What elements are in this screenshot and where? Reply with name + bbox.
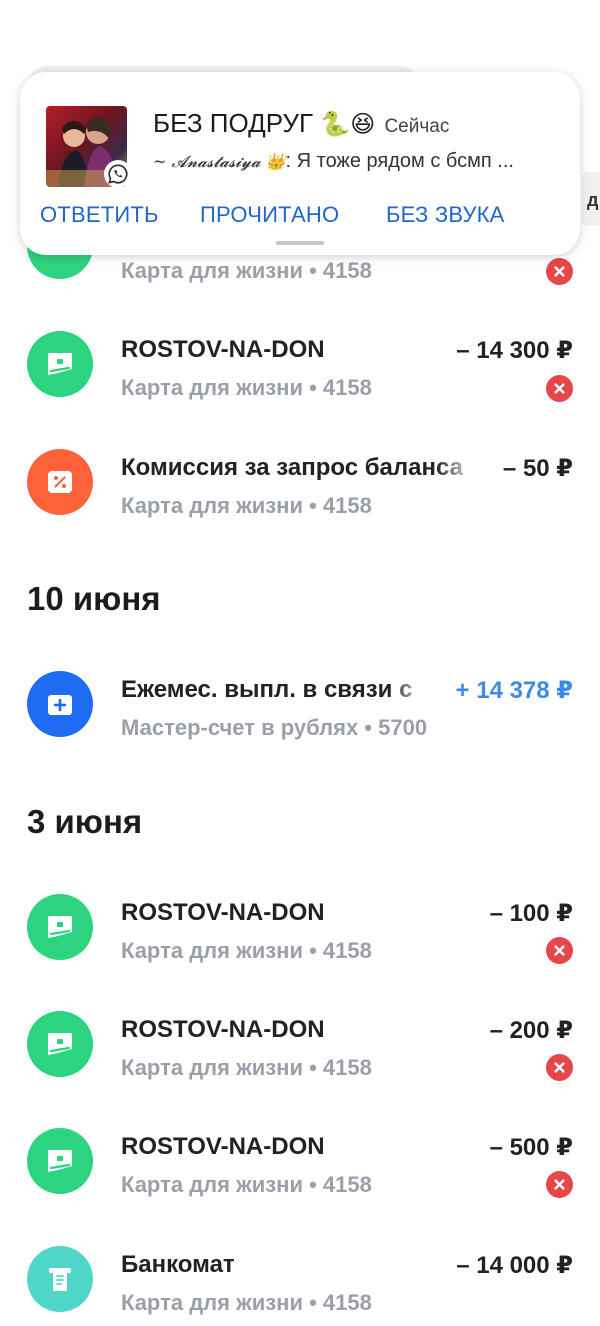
mute-button[interactable]: БЕЗ ЗВУКА: [386, 202, 505, 228]
transaction-account: Карта для жизни • 4158: [121, 1055, 372, 1080]
declined-icon: [546, 258, 573, 285]
card-icon: [27, 1011, 93, 1077]
date-heading: 3 июня: [27, 803, 143, 840]
plus-icon: [27, 671, 93, 737]
transaction-amount: – 14 000 ₽: [456, 1252, 573, 1279]
notification-message: ~ 𝓐𝓷𝓪𝓼𝓽𝓪𝓼𝓲𝔂𝓪 👑: Я тоже рядом с бсмп ...: [153, 150, 558, 173]
transaction-title: Ежемес. выпл. в связи с: [121, 676, 413, 703]
notification-card[interactable]: БЕЗ ПОДРУГ 🐍😆 Сейчас ~ 𝓐𝓷𝓪𝓼𝓽𝓪𝓼𝓲𝔂𝓪 👑: Я т…: [20, 72, 580, 255]
card-icon: [27, 331, 93, 397]
transaction-amount: – 500 ₽: [489, 1134, 573, 1161]
card-icon: [27, 894, 93, 960]
declined-icon: [546, 1054, 573, 1081]
declined-icon: [546, 375, 573, 402]
whatsapp-icon: [104, 160, 132, 188]
group-emojis: 🐍😆: [320, 111, 376, 138]
group-name: БЕЗ ПОДРУГ: [153, 108, 314, 138]
sender-name: ~ 𝓐𝓷𝓪𝓼𝓽𝓪𝓼𝓲𝔂𝓪 👑: [153, 152, 286, 171]
declined-icon: [546, 937, 573, 964]
notification-title: БЕЗ ПОДРУГ 🐍😆 Сейчас: [153, 108, 449, 139]
percent-icon: [27, 449, 93, 515]
transaction-amount: – 50 ₽: [502, 455, 573, 482]
transaction-account: Карта для жизни • 4158: [121, 1172, 372, 1197]
transaction-amount: + 14 378 ₽: [455, 677, 573, 704]
reply-button[interactable]: ОТВЕТИТЬ: [40, 202, 159, 228]
transaction-account: Карта для жизни • 4158: [121, 493, 372, 518]
transaction-account: Карта для жизни • 4158: [121, 1290, 372, 1315]
transaction-title: ROSTOV-NA-DON: [121, 336, 325, 363]
transaction-title: ROSTOV-NA-DON: [121, 899, 325, 926]
transaction-title: ROSTOV-NA-DON: [121, 1133, 325, 1160]
drag-handle[interactable]: [276, 241, 324, 245]
transaction-amount: – 200 ₽: [489, 1017, 573, 1044]
edge-panel-tab[interactable]: д: [582, 172, 600, 226]
transaction-account: Карта для жизни • 4158: [121, 375, 372, 400]
message-text: : Я тоже рядом с бсмп ...: [285, 150, 514, 172]
card-icon: [27, 1128, 93, 1194]
notification-time: Сейчас: [384, 116, 450, 137]
atm-icon: [27, 1246, 93, 1312]
transaction-account: Карта для жизни • 4158: [121, 938, 372, 963]
declined-icon: [546, 1171, 573, 1198]
transaction-amount: – 100 ₽: [489, 900, 573, 927]
transaction-title: Комиссия за запрос баланса: [121, 454, 463, 481]
transaction-title: Банкомат: [121, 1251, 235, 1278]
date-heading: 10 июня: [27, 580, 161, 617]
transaction-title: ROSTOV-NA-DON: [121, 1016, 325, 1043]
mark-read-button[interactable]: ПРОЧИТАНО: [200, 202, 339, 228]
transaction-account: Карта для жизни • 4158: [121, 258, 372, 283]
transaction-amount: – 14 300 ₽: [456, 337, 573, 364]
transaction-account: Мастер-счет в рублях • 5700: [121, 715, 428, 740]
